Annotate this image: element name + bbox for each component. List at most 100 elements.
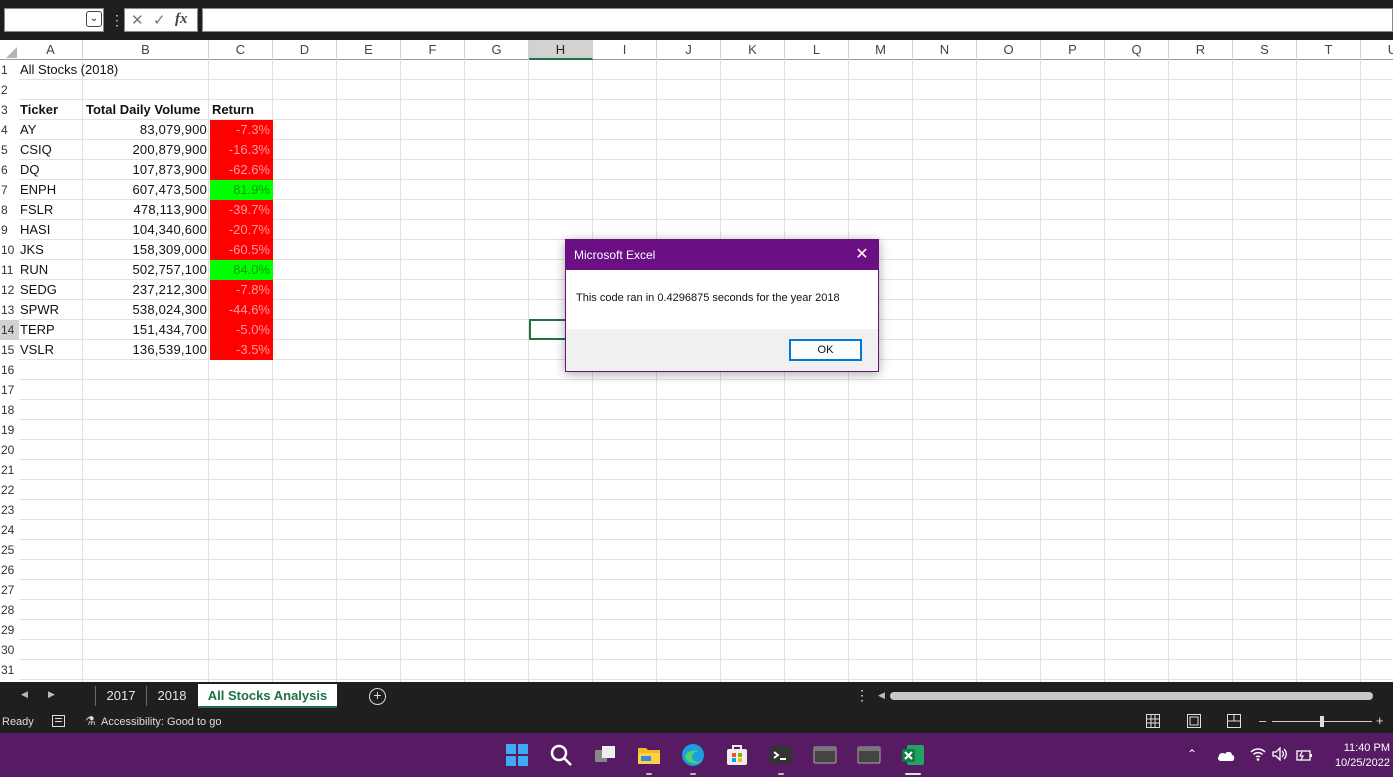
- row-header-24[interactable]: 24: [0, 520, 19, 540]
- row-header-12[interactable]: 12: [0, 280, 19, 300]
- return-cell[interactable]: -60.5%: [210, 240, 273, 260]
- column-header-t[interactable]: T: [1297, 40, 1361, 60]
- page-layout-view-icon[interactable]: [1187, 714, 1201, 728]
- row-header-20[interactable]: 20: [0, 440, 19, 460]
- volume-icon[interactable]: [1272, 746, 1288, 764]
- ticker-cell[interactable]: CSIQ: [20, 140, 83, 160]
- volume-cell[interactable]: 200,879,900: [84, 140, 209, 160]
- header-volume-cell[interactable]: Total Daily Volume: [84, 100, 209, 120]
- return-cell[interactable]: 84.0%: [210, 260, 273, 280]
- zoom-in-icon[interactable]: +: [1376, 713, 1384, 728]
- column-header-u[interactable]: U: [1361, 40, 1393, 60]
- ok-button[interactable]: OK: [789, 339, 862, 361]
- ticker-cell[interactable]: JKS: [20, 240, 83, 260]
- normal-view-icon[interactable]: [1146, 714, 1160, 728]
- tab-2018[interactable]: 2018: [147, 686, 197, 708]
- insert-function-icon[interactable]: fx: [175, 11, 188, 28]
- volume-cell[interactable]: 158,309,000: [84, 240, 209, 260]
- return-cell[interactable]: -7.8%: [210, 280, 273, 300]
- select-all-corner[interactable]: [0, 40, 19, 60]
- clock[interactable]: 11:40 PM 10/25/2022: [1320, 741, 1390, 771]
- row-header-25[interactable]: 25: [0, 540, 19, 560]
- cancel-icon[interactable]: ✕: [131, 11, 144, 29]
- store-icon[interactable]: [725, 743, 749, 767]
- ticker-cell[interactable]: SEDG: [20, 280, 83, 300]
- scrollbar-thumb[interactable]: [890, 692, 1373, 700]
- row-header-18[interactable]: 18: [0, 400, 19, 420]
- column-header-i[interactable]: I: [593, 40, 657, 60]
- header-return-cell[interactable]: Return: [210, 100, 273, 120]
- app-window-icon[interactable]: [813, 743, 837, 767]
- task-view-icon[interactable]: [593, 743, 617, 767]
- chevron-down-icon[interactable]: ⌄: [86, 11, 102, 27]
- column-header-c[interactable]: C: [209, 40, 273, 60]
- accessibility-status[interactable]: Accessibility: Good to go: [101, 716, 221, 728]
- return-cell[interactable]: -7.3%: [210, 120, 273, 140]
- ticker-cell[interactable]: AY: [20, 120, 83, 140]
- ticker-cell[interactable]: TERP: [20, 320, 83, 340]
- volume-cell[interactable]: 478,113,900: [84, 200, 209, 220]
- formula-input[interactable]: [202, 8, 1393, 32]
- battery-icon[interactable]: [1296, 747, 1314, 766]
- column-header-q[interactable]: Q: [1105, 40, 1169, 60]
- app-window-icon[interactable]: [857, 743, 881, 767]
- row-header-17[interactable]: 17: [0, 380, 19, 400]
- row-header-31[interactable]: 31: [0, 660, 19, 680]
- column-header-k[interactable]: K: [721, 40, 785, 60]
- more-options-icon[interactable]: ⋮: [110, 12, 124, 29]
- row-header-22[interactable]: 22: [0, 480, 19, 500]
- column-header-m[interactable]: M: [849, 40, 913, 60]
- macro-recording-icon[interactable]: [52, 715, 65, 727]
- return-cell[interactable]: -62.6%: [210, 160, 273, 180]
- return-cell[interactable]: -5.0%: [210, 320, 273, 340]
- column-header-r[interactable]: R: [1169, 40, 1233, 60]
- row-header-27[interactable]: 27: [0, 580, 19, 600]
- column-header-l[interactable]: L: [785, 40, 849, 60]
- column-header-s[interactable]: S: [1233, 40, 1297, 60]
- row-header-3[interactable]: 3: [0, 100, 19, 120]
- row-header-11[interactable]: 11: [0, 260, 19, 280]
- row-header-7[interactable]: 7: [0, 180, 19, 200]
- volume-cell[interactable]: 502,757,100: [84, 260, 209, 280]
- row-header-15[interactable]: 15: [0, 340, 19, 360]
- edge-icon[interactable]: [681, 743, 705, 767]
- row-header-10[interactable]: 10: [0, 240, 19, 260]
- row-header-30[interactable]: 30: [0, 640, 19, 660]
- row-header-1[interactable]: 1: [0, 60, 19, 80]
- accessibility-icon[interactable]: ⚗: [85, 714, 96, 728]
- excel-icon[interactable]: [901, 743, 925, 767]
- horizontal-scrollbar[interactable]: ◀: [878, 690, 1393, 702]
- row-header-19[interactable]: 19: [0, 420, 19, 440]
- scroll-tabs-right-icon[interactable]: ▶: [48, 689, 55, 700]
- volume-cell[interactable]: 83,079,900: [84, 120, 209, 140]
- row-header-13[interactable]: 13: [0, 300, 19, 320]
- search-icon[interactable]: [549, 743, 573, 767]
- ticker-cell[interactable]: DQ: [20, 160, 83, 180]
- volume-cell[interactable]: 136,539,100: [84, 340, 209, 360]
- column-header-d[interactable]: D: [273, 40, 337, 60]
- header-ticker-cell[interactable]: Ticker: [20, 100, 83, 120]
- ticker-cell[interactable]: SPWR: [20, 300, 83, 320]
- tab-2017[interactable]: 2017: [96, 686, 146, 708]
- return-cell[interactable]: 81.9%: [210, 180, 273, 200]
- column-header-j[interactable]: J: [657, 40, 721, 60]
- column-header-p[interactable]: P: [1041, 40, 1105, 60]
- return-cell[interactable]: -16.3%: [210, 140, 273, 160]
- return-cell[interactable]: -20.7%: [210, 220, 273, 240]
- row-header-16[interactable]: 16: [0, 360, 19, 380]
- volume-cell[interactable]: 104,340,600: [84, 220, 209, 240]
- terminal-icon[interactable]: [769, 743, 793, 767]
- row-header-5[interactable]: 5: [0, 140, 19, 160]
- column-header-e[interactable]: E: [337, 40, 401, 60]
- return-cell[interactable]: -39.7%: [210, 200, 273, 220]
- scroll-left-icon[interactable]: ◀: [878, 690, 885, 701]
- close-icon[interactable]: ✕: [854, 240, 870, 270]
- ticker-cell[interactable]: RUN: [20, 260, 83, 280]
- ticker-cell[interactable]: HASI: [20, 220, 83, 240]
- column-header-h[interactable]: H: [529, 40, 593, 60]
- chevron-up-icon[interactable]: ⌃: [1187, 747, 1197, 761]
- volume-cell[interactable]: 538,024,300: [84, 300, 209, 320]
- sheet-title-cell[interactable]: All Stocks (2018): [20, 60, 220, 80]
- file-explorer-icon[interactable]: [637, 743, 661, 767]
- onedrive-icon[interactable]: [1217, 749, 1235, 764]
